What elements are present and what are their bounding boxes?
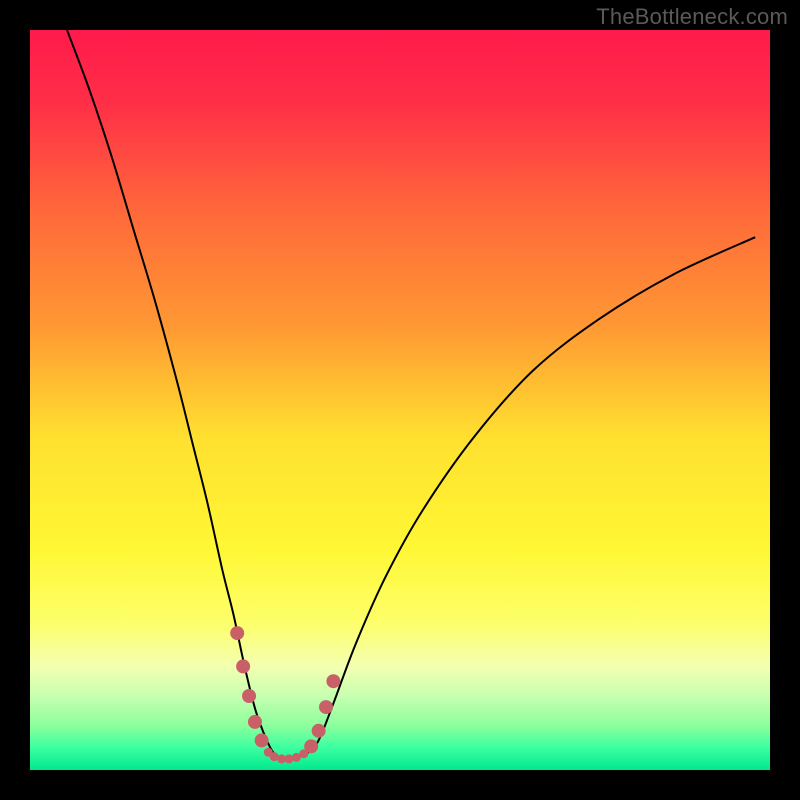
highlight-dot — [236, 659, 250, 673]
highlight-dot — [312, 724, 326, 738]
highlight-dot — [326, 674, 340, 688]
highlight-dot — [304, 739, 318, 753]
highlight-dot — [242, 689, 256, 703]
chart-frame: TheBottleneck.com — [0, 0, 800, 800]
highlight-dot — [285, 754, 294, 763]
plot-background — [30, 30, 770, 770]
highlight-dot — [248, 715, 262, 729]
bottleneck-plot — [30, 30, 770, 770]
highlight-dot — [255, 733, 269, 747]
highlight-dot — [230, 626, 244, 640]
highlight-dot — [319, 700, 333, 714]
watermark-text: TheBottleneck.com — [596, 4, 788, 30]
